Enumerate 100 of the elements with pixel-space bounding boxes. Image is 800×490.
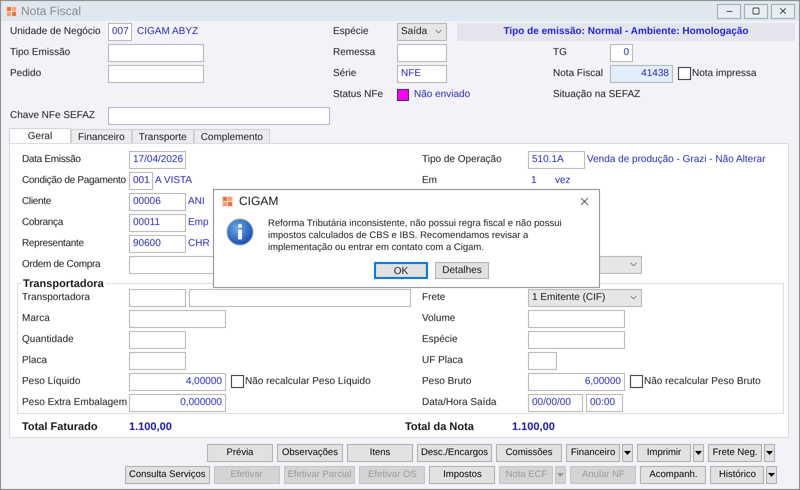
field-label: Tipo Emissão xyxy=(10,46,72,60)
action-button[interactable]: Histórico xyxy=(710,466,764,484)
caret-icon xyxy=(768,473,776,477)
field-label: Peso Bruto xyxy=(422,375,472,389)
action-button[interactable]: Acompanh. xyxy=(640,466,706,484)
text-field[interactable]: 6,00000 xyxy=(528,372,625,390)
text-field[interactable]: 17/04/2026 xyxy=(129,150,186,168)
action-button[interactable]: Imprimir xyxy=(637,444,692,462)
field-label: Unidade de Negócio xyxy=(10,25,102,39)
dialog-message: Reforma Tributária inconsistente, não possui regra fiscal e não possui impostos calculados de CBS e IBS. Recomendamos revisar a implementação ou entrar em contato com a Cigam. xyxy=(268,218,563,255)
total-label: Total da Nota xyxy=(405,420,475,436)
logo-icon xyxy=(6,6,17,16)
dialog-button[interactable]: Detalhes xyxy=(435,262,489,279)
text-field[interactable]: 41438 xyxy=(610,64,673,82)
text-field[interactable] xyxy=(108,106,330,124)
dialog-button[interactable]: OK xyxy=(374,262,428,279)
field-label: Espécie xyxy=(422,333,459,347)
text-field[interactable]: 510.1A xyxy=(528,150,585,168)
action-button[interactable]: Impostos xyxy=(429,466,496,484)
field-label: Transportadora xyxy=(22,291,91,305)
field-label: Situação na SEFAZ xyxy=(553,88,640,102)
dialog-title: CIGAM xyxy=(239,193,278,210)
info-icon xyxy=(226,218,254,246)
name-text: A VISTA xyxy=(155,174,192,188)
text-field[interactable] xyxy=(108,64,204,82)
field-label: Ordem de Compra xyxy=(22,258,102,272)
tab[interactable]: Transporte xyxy=(132,129,194,143)
caret-icon xyxy=(557,473,564,477)
total-label: Total Faturado xyxy=(22,420,99,436)
total-value: 1.100,00 xyxy=(512,420,555,436)
text-field[interactable]: NFE xyxy=(397,64,447,82)
unit-text: vez xyxy=(555,174,571,188)
text-field[interactable]: 00:00 xyxy=(586,394,623,412)
action-button[interactable]: Frete Neg. xyxy=(708,444,762,462)
environment-banner: Tipo de emissão: Normal - Ambiente: Homologação xyxy=(457,22,795,40)
text-field[interactable]: 4,00000 xyxy=(129,372,226,390)
action-button[interactable]: Itens xyxy=(347,444,413,462)
action-button[interactable]: Desc./Encargos xyxy=(417,444,492,462)
field-label: UF Placa xyxy=(422,354,464,368)
dropdown[interactable]: 1 Emitente (CIF) xyxy=(528,288,642,306)
dropdown-button[interactable] xyxy=(693,444,704,462)
caret-icon xyxy=(695,451,702,455)
text-field[interactable] xyxy=(129,310,226,328)
checkbox[interactable]: Nota impressa xyxy=(678,66,756,81)
tab[interactable]: Financeiro xyxy=(71,129,132,143)
logo-icon xyxy=(222,196,233,206)
field-label: Série xyxy=(333,67,358,81)
name-text: ANI xyxy=(188,195,205,209)
caret-icon xyxy=(624,451,632,455)
action-button[interactable]: Observações xyxy=(277,444,343,462)
field-label: Peso Líquido xyxy=(22,375,82,389)
text-field[interactable] xyxy=(129,288,186,306)
name-text: CIGAM ABYZ xyxy=(137,25,198,39)
dropdown-button[interactable] xyxy=(764,444,776,462)
text-field[interactable]: 90600 xyxy=(129,234,186,252)
field-label: Cobrança xyxy=(22,216,64,230)
text-field[interactable] xyxy=(528,330,625,348)
field-label: Espécie xyxy=(333,25,370,39)
action-button[interactable]: Financeiro xyxy=(566,444,620,462)
field-label: Data Emissão xyxy=(22,153,82,167)
text-field[interactable] xyxy=(129,352,186,370)
checkbox[interactable]: Não recalcular Peso Líquido xyxy=(231,374,371,389)
action-button[interactable]: Consulta Serviços xyxy=(125,466,210,484)
tab[interactable]: Geral xyxy=(9,128,71,143)
text-field[interactable] xyxy=(528,352,557,370)
text-field[interactable]: 00006 xyxy=(129,192,186,210)
text-field[interactable] xyxy=(397,44,447,62)
maximize-button[interactable] xyxy=(744,4,768,18)
text-field[interactable]: 001 xyxy=(129,172,153,190)
field-label: Chave NFe SEFAZ xyxy=(10,109,96,123)
dropdown[interactable]: Saída xyxy=(397,22,447,40)
action-button[interactable]: Prévia xyxy=(207,444,273,462)
text-field[interactable] xyxy=(528,310,625,328)
close-button[interactable] xyxy=(771,4,795,18)
dropdown-button[interactable] xyxy=(766,466,778,484)
field-label: TG xyxy=(553,46,568,60)
window-title: Nota Fiscal xyxy=(21,3,82,20)
count-text: 1 xyxy=(531,174,538,188)
text-field[interactable] xyxy=(108,44,204,62)
checkbox[interactable]: Não recalcular Peso Bruto xyxy=(630,374,761,389)
field-label: Pedido xyxy=(10,67,42,81)
field-label: Status NFe xyxy=(333,88,384,102)
maximize-icon xyxy=(752,7,760,15)
tab[interactable]: Complemento xyxy=(194,129,270,143)
field-label: Data/Hora Saída xyxy=(422,396,498,410)
field-label: Peso Extra Embalagem xyxy=(22,396,128,410)
text-field[interactable] xyxy=(189,288,411,306)
text-field[interactable]: 0,000000 xyxy=(129,394,226,412)
field-label: Representante xyxy=(22,237,85,251)
field-label: Cliente xyxy=(22,195,52,209)
text-field[interactable]: 007 xyxy=(108,22,132,40)
text-field[interactable]: 0 xyxy=(610,44,633,62)
dropdown-button[interactable] xyxy=(622,444,634,462)
text-field[interactable]: 00/00/00 xyxy=(528,394,583,412)
text-field[interactable]: 00011 xyxy=(129,214,186,232)
action-button[interactable]: Comissões xyxy=(496,444,562,462)
name-text: Emp xyxy=(188,216,209,230)
name-text: Venda de produção - Grazi - Não Alterar xyxy=(587,153,766,167)
field-label: Marca xyxy=(22,312,51,326)
text-field[interactable] xyxy=(129,330,186,348)
